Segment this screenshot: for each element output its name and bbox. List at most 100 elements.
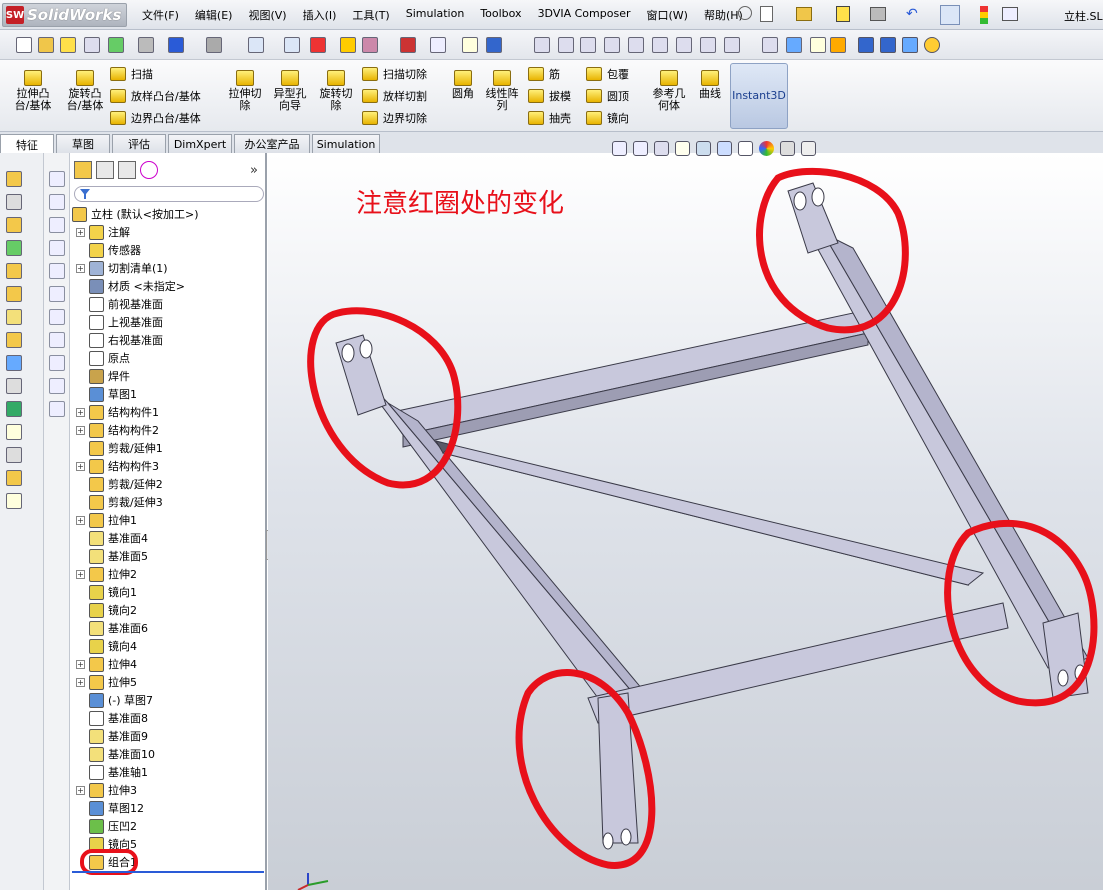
tree-item[interactable]: + 结构构件2 — [76, 421, 159, 439]
dimxpert-manager-tab-icon[interactable] — [140, 161, 158, 179]
left-tool-icon-4[interactable] — [6, 263, 22, 279]
tab-4[interactable]: 办公室产品 — [234, 134, 310, 153]
expand-toggle-icon[interactable]: + — [76, 425, 85, 435]
3dvia-icon[interactable] — [400, 37, 416, 53]
expand-panel-icon[interactable]: » — [250, 163, 258, 178]
expand-toggle-icon[interactable]: + — [76, 677, 85, 687]
previous-view-icon[interactable] — [654, 140, 669, 156]
view-cube-icon-1[interactable] — [49, 194, 65, 210]
tree-item[interactable]: 右视基准面 — [76, 331, 163, 349]
view-icon[interactable] — [652, 37, 668, 53]
design-library-icon[interactable] — [486, 37, 502, 53]
left-tool-icon-7[interactable] — [6, 332, 22, 348]
help-icon[interactable] — [462, 37, 478, 53]
box-icon[interactable] — [700, 37, 716, 53]
tab-0[interactable]: 特征 — [0, 134, 54, 154]
section-icon[interactable] — [676, 37, 692, 53]
realview-icon[interactable] — [924, 37, 940, 53]
tab-3[interactable]: DimXpert — [168, 134, 232, 153]
rollback-bar[interactable] — [72, 871, 264, 873]
tree-item[interactable]: + 拉伸4 — [76, 655, 137, 673]
tree-item[interactable]: 基准面8 — [76, 709, 148, 727]
view-cube-icon-3[interactable] — [49, 240, 65, 256]
tree-root[interactable]: 立柱 (默认<按加工>) — [72, 205, 199, 223]
tree-item[interactable]: 草图12 — [76, 799, 144, 817]
left-tool-icon-2[interactable] — [6, 217, 22, 233]
tree-item[interactable]: 镜向4 — [76, 637, 137, 655]
hidden-lines-icon[interactable] — [902, 37, 918, 53]
menu-item-9[interactable]: 帮助(H) — [704, 7, 743, 23]
view-cube-icon-6[interactable] — [49, 309, 65, 325]
feature2-command-1[interactable]: 圆顶 — [586, 88, 629, 104]
tree-item[interactable]: + 拉伸1 — [76, 511, 137, 529]
tree-item[interactable]: 剪裁/延伸2 — [76, 475, 163, 493]
tree-item[interactable]: + 拉伸2 — [76, 565, 137, 583]
print-icon[interactable] — [138, 37, 154, 53]
undo-icon[interactable] — [168, 37, 184, 53]
tree-item[interactable]: + 结构构件1 — [76, 403, 159, 421]
standard-views-icon[interactable] — [858, 37, 874, 53]
tree-item[interactable]: 基准面4 — [76, 529, 148, 547]
tab-1[interactable]: 草图 — [56, 134, 110, 153]
tree-item[interactable]: 传感器 — [76, 241, 141, 259]
sweep-command-1[interactable]: 放样凸台/基体 — [110, 88, 201, 104]
menu-item-4[interactable]: 工具(T) — [352, 7, 389, 23]
extruded-boss-button[interactable]: 拉伸凸 台/基体 — [12, 70, 54, 112]
menu-item-1[interactable]: 编辑(E) — [195, 7, 233, 23]
redo-icon[interactable] — [206, 37, 222, 53]
menu-item-2[interactable]: 视图(V) — [248, 7, 286, 23]
zoom-to-fit-icon[interactable] — [612, 140, 627, 156]
left-tool-icon-12[interactable] — [6, 447, 22, 463]
select-arrow-icon[interactable] — [940, 5, 960, 25]
tree-item[interactable]: + 拉伸5 — [76, 673, 137, 691]
tree-item[interactable]: + 结构构件3 — [76, 457, 159, 475]
edit-appearance-icon[interactable] — [759, 140, 774, 156]
expand-toggle-icon[interactable]: + — [76, 227, 85, 237]
smart-dimension-icon[interactable] — [362, 37, 378, 53]
left-tool-icon-13[interactable] — [6, 470, 22, 486]
cube-icon[interactable] — [762, 37, 778, 53]
view-cube-icon-4[interactable] — [49, 263, 65, 279]
expand-toggle-icon[interactable]: + — [76, 263, 85, 273]
left-tool-icon-6[interactable] — [6, 309, 22, 325]
linear-pattern-button[interactable]: 线性阵 列 — [482, 70, 522, 112]
tree-item[interactable]: 基准轴1 — [76, 763, 148, 781]
tree-item[interactable]: 压凹2 — [76, 817, 137, 835]
revolved-cut-button[interactable]: 旋转切 除 — [316, 70, 356, 112]
sweep-command-2[interactable]: 边界凸台/基体 — [110, 110, 201, 126]
menu-item-5[interactable]: Simulation — [406, 7, 465, 23]
property-manager-tab-icon[interactable] — [96, 161, 114, 179]
view-cube-icon-10[interactable] — [49, 401, 65, 417]
rotate-icon[interactable] — [604, 37, 620, 53]
tree-item[interactable]: 焊件 — [76, 367, 130, 385]
feature-command-0[interactable]: 筋 — [528, 66, 560, 82]
menu-item-3[interactable]: 插入(I) — [303, 7, 337, 23]
menu-item-7[interactable]: 3DVIA Composer — [538, 7, 631, 23]
tree-item[interactable]: 材质 <未指定> — [76, 277, 185, 295]
left-tool-icon-14[interactable] — [6, 493, 22, 509]
view-orientation-icon[interactable] — [696, 140, 711, 156]
file-properties-icon[interactable] — [836, 6, 850, 22]
zoom-in-icon[interactable] — [580, 37, 596, 53]
open-folder-icon[interactable] — [796, 7, 812, 21]
tree-filter-input[interactable] — [74, 186, 264, 202]
configuration-manager-tab-icon[interactable] — [118, 161, 136, 179]
tree-item[interactable]: 镜向2 — [76, 601, 137, 619]
zoom-area-icon[interactable] — [633, 140, 648, 156]
expand-toggle-icon[interactable]: + — [76, 515, 85, 525]
properties-icon[interactable] — [60, 37, 76, 53]
tree-item[interactable]: (-) 草图7 — [76, 691, 153, 709]
menu-item-0[interactable]: 文件(F) — [142, 7, 179, 23]
select-icon[interactable] — [248, 37, 264, 53]
tab-5[interactable]: Simulation — [312, 134, 380, 153]
tree-item[interactable]: 上视基准面 — [76, 313, 163, 331]
left-tool-icon-0[interactable] — [6, 171, 22, 187]
cut-command-2[interactable]: 边界切除 — [362, 110, 427, 126]
options-icon[interactable] — [1002, 7, 1018, 21]
expand-toggle-icon[interactable]: + — [76, 407, 85, 417]
left-tool-icon-9[interactable] — [6, 378, 22, 394]
pin-icon[interactable] — [738, 6, 752, 20]
graphics-area[interactable]: 注意红圈处的变化 — [268, 153, 1103, 890]
tree-item[interactable]: + 切割清单(1) — [76, 259, 168, 277]
view-cube-icon-7[interactable] — [49, 332, 65, 348]
